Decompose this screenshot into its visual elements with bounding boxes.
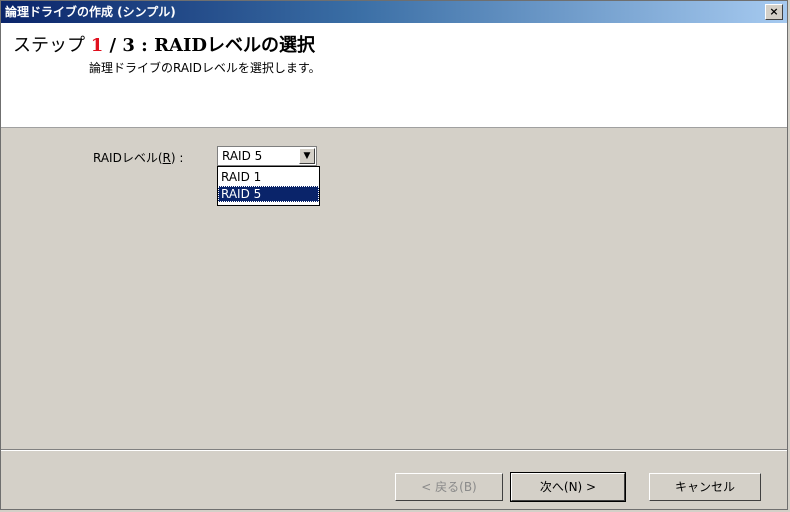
dropdown-arrow-button[interactable]: ▼	[299, 148, 315, 164]
close-button[interactable]: ×	[765, 4, 783, 20]
window-title: 論理ドライブの作成 (シンプル)	[5, 5, 176, 19]
raid-label-prefix: RAIDレベル(	[93, 151, 163, 165]
raid-level-dropdown-list: RAID 1 RAID 5	[217, 166, 320, 206]
wizard-window: 論理ドライブの作成 (シンプル) × ステップ 1 / 3 : RAIDレベルの…	[0, 0, 788, 510]
step-title: ステップ 1 / 3 : RAIDレベルの選択	[13, 31, 315, 57]
footer-separator	[1, 449, 787, 451]
raid-label-mnemonic: R	[162, 151, 171, 165]
raid-label-suffix: ) :	[170, 151, 184, 165]
close-icon: ×	[769, 5, 779, 18]
raid-level-selected-value: RAID 5	[222, 149, 263, 163]
raid-level-label: RAIDレベル(R) :	[93, 149, 183, 166]
chevron-down-icon: ▼	[303, 151, 311, 161]
step-current-number: 1	[90, 35, 104, 56]
step-prefix: ステップ	[13, 35, 91, 56]
raid-option-raid-1[interactable]: RAID 1	[218, 169, 319, 185]
step-rest: / 3 : RAIDレベルの選択	[103, 35, 316, 56]
raid-level-select[interactable]: RAID 5 ▼	[217, 146, 317, 166]
back-button[interactable]: < 戻る(B)	[395, 473, 503, 501]
title-bar: 論理ドライブの作成 (シンプル) ×	[1, 1, 787, 23]
raid-option-raid-5[interactable]: RAID 5	[218, 186, 319, 202]
wizard-header: ステップ 1 / 3 : RAIDレベルの選択 論理ドライブのRAIDレベルを選…	[1, 23, 787, 128]
cancel-button[interactable]: キャンセル	[649, 473, 761, 501]
step-subtitle: 論理ドライブのRAIDレベルを選択します。	[89, 61, 321, 75]
next-button[interactable]: 次へ(N) >	[510, 472, 626, 502]
